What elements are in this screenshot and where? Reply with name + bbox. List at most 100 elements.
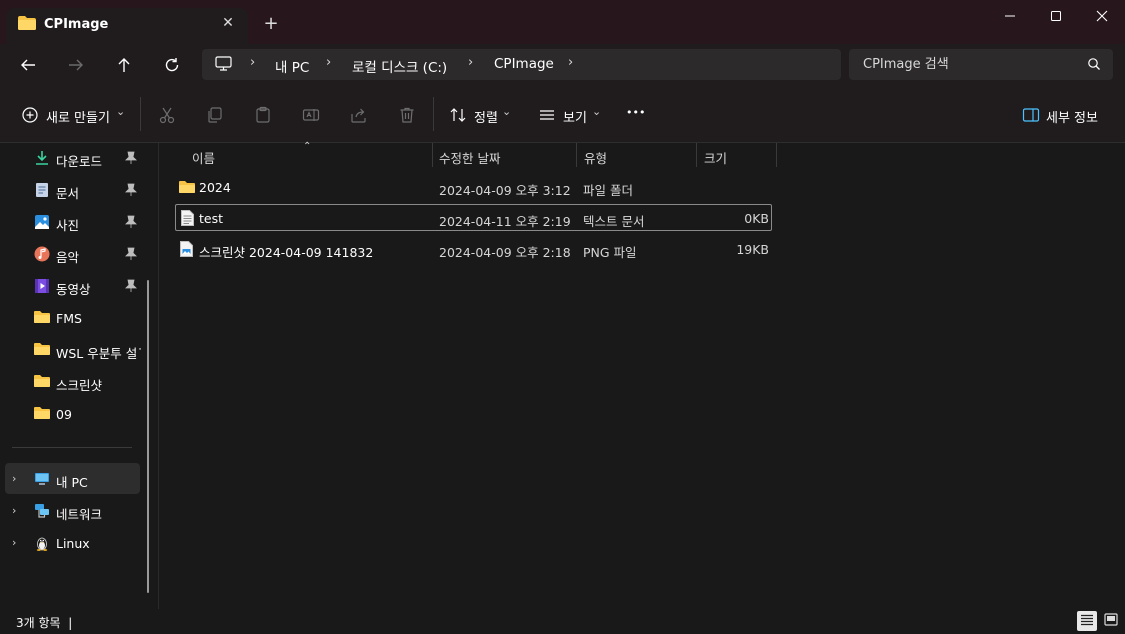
- folder-icon: [34, 374, 50, 390]
- sidebar-item-label: 09: [56, 407, 72, 422]
- large-icons-view-icon: [1104, 613, 1118, 629]
- minimize-button[interactable]: [987, 0, 1033, 32]
- sidebar-item-label: 사진: [56, 218, 80, 233]
- sidebar-item-label: FMS: [56, 311, 82, 326]
- sidebar-item-music[interactable]: 음악: [0, 239, 150, 269]
- file-row-2024[interactable]: 2024 2024-04-09 오후 3:12 파일 폴더: [175, 172, 772, 202]
- chevron-down-icon: ⌄: [116, 105, 126, 118]
- sort-button[interactable]: 정렬: [474, 107, 498, 126]
- sidebar-item-screenshots[interactable]: 스크린샷: [0, 367, 150, 397]
- sort-ascending-icon: ⌃: [303, 141, 312, 152]
- details-pane-icon: [1020, 104, 1042, 126]
- document-icon: [34, 182, 50, 198]
- sidebar-item-network[interactable]: › 네트워크: [0, 496, 150, 526]
- search-icon[interactable]: [1087, 57, 1101, 74]
- breadcrumb-separator: ›: [468, 55, 474, 70]
- text-file-icon: [181, 210, 194, 229]
- view-button[interactable]: 보기: [563, 107, 587, 126]
- network-icon: [34, 503, 50, 519]
- file-row-screenshot[interactable]: 스크린샷 2024-04-09 141832 2024-04-09 오후 2:1…: [175, 234, 772, 264]
- toolbar-divider: [433, 97, 434, 131]
- cut-icon[interactable]: [156, 104, 178, 126]
- pictures-icon: [34, 214, 50, 230]
- folder-icon: [18, 16, 36, 33]
- pin-icon[interactable]: [125, 215, 137, 229]
- pin-icon[interactable]: [125, 247, 137, 261]
- sidebar-item-label: 내 PC: [56, 475, 88, 490]
- status-bar: [0, 609, 1125, 634]
- column-divider[interactable]: [696, 143, 697, 167]
- share-icon[interactable]: [348, 104, 370, 126]
- pin-icon[interactable]: [125, 183, 137, 197]
- column-divider[interactable]: [432, 143, 433, 167]
- file-type: 텍스트 문서: [583, 214, 645, 229]
- sidebar-item-wsl-ubuntu[interactable]: WSL 우분투 설ᄀ: [0, 335, 150, 365]
- sort-icon: [447, 104, 469, 126]
- folder-icon: [179, 180, 195, 197]
- chevron-down-icon: ⌄: [592, 105, 602, 118]
- large-icons-view-button[interactable]: [1101, 611, 1121, 631]
- forward-button[interactable]: [62, 52, 90, 78]
- pin-icon[interactable]: [125, 151, 137, 165]
- breadcrumb-this-pc[interactable]: 내 PC: [275, 56, 309, 76]
- file-modified: 2024-04-09 오후 2:18: [439, 245, 571, 260]
- pin-icon[interactable]: [125, 279, 137, 293]
- details-view-button[interactable]: [1077, 611, 1097, 631]
- download-icon: [34, 150, 50, 166]
- sidebar-item-videos[interactable]: 동영상: [0, 271, 150, 301]
- column-header-type[interactable]: 유형: [584, 148, 607, 167]
- rename-icon[interactable]: [300, 104, 322, 126]
- details-view-icon: [1080, 614, 1094, 629]
- more-options-button[interactable]: •••: [626, 106, 645, 119]
- breadcrumb-local-disk[interactable]: 로컬 디스크 (C:): [352, 56, 447, 76]
- breadcrumb-separator: ›: [250, 55, 256, 70]
- new-button[interactable]: 새로 만들기: [46, 107, 110, 126]
- close-window-button[interactable]: [1079, 0, 1125, 32]
- up-button[interactable]: [110, 52, 138, 78]
- sidebar-item-pictures[interactable]: 사진: [0, 207, 150, 237]
- sidebar-item-label: 문서: [56, 186, 80, 201]
- paste-icon[interactable]: [252, 104, 274, 126]
- search-box[interactable]: [849, 49, 1113, 80]
- chevron-right-icon[interactable]: ›: [12, 536, 16, 549]
- sidebar-item-this-pc[interactable]: › 내 PC: [0, 464, 150, 494]
- close-tab-icon[interactable]: ✕: [217, 12, 239, 34]
- refresh-button[interactable]: [158, 52, 186, 78]
- chevron-right-icon[interactable]: ›: [12, 472, 16, 485]
- sidebar-item-documents[interactable]: 문서: [0, 175, 150, 205]
- file-row-test[interactable]: test 2024-04-11 오후 2:19 텍스트 문서 0KB: [175, 204, 772, 231]
- search-input[interactable]: [863, 55, 1073, 73]
- view-icon: [536, 104, 558, 126]
- sidebar-item-linux[interactable]: › Linux: [0, 528, 150, 558]
- sidebar-item-downloads[interactable]: 다운로드: [0, 143, 150, 173]
- column-header-size[interactable]: 크기: [704, 148, 727, 167]
- column-header-name[interactable]: 이름: [192, 148, 215, 167]
- delete-icon[interactable]: [396, 104, 418, 126]
- breadcrumb-cpimage[interactable]: CPImage: [494, 56, 554, 72]
- back-button[interactable]: [14, 52, 42, 78]
- file-name: 스크린샷 2024-04-09 141832: [199, 245, 374, 260]
- sidebar-item-label: 다운로드: [56, 154, 103, 169]
- details-button[interactable]: 세부 정보: [1046, 107, 1098, 126]
- sidebar-item-fms[interactable]: FMS: [0, 303, 150, 333]
- chevron-down-icon: ⌄: [502, 105, 512, 118]
- maximize-button[interactable]: [1033, 0, 1079, 32]
- file-type: 파일 폴더: [583, 183, 633, 198]
- video-icon: [34, 278, 50, 294]
- column-divider[interactable]: [576, 143, 577, 167]
- column-header-modified[interactable]: 수정한 날짜: [439, 148, 500, 167]
- sidebar-item-label: Linux: [56, 536, 90, 551]
- file-size: 19KB: [736, 242, 769, 257]
- chevron-right-icon[interactable]: ›: [12, 504, 16, 517]
- sidebar-scrollbar[interactable]: [147, 280, 149, 593]
- new-tab-button[interactable]: +: [259, 12, 283, 36]
- tab-cpimage[interactable]: [6, 8, 248, 44]
- copy-icon[interactable]: [204, 104, 226, 126]
- column-divider[interactable]: [776, 143, 777, 167]
- file-type: PNG 파일: [583, 245, 637, 260]
- breadcrumb-separator: ›: [326, 55, 332, 70]
- new-icon: [19, 104, 41, 126]
- file-size: 0KB: [744, 211, 769, 226]
- linux-icon: [34, 535, 50, 551]
- sidebar-item-09[interactable]: 09: [0, 399, 150, 429]
